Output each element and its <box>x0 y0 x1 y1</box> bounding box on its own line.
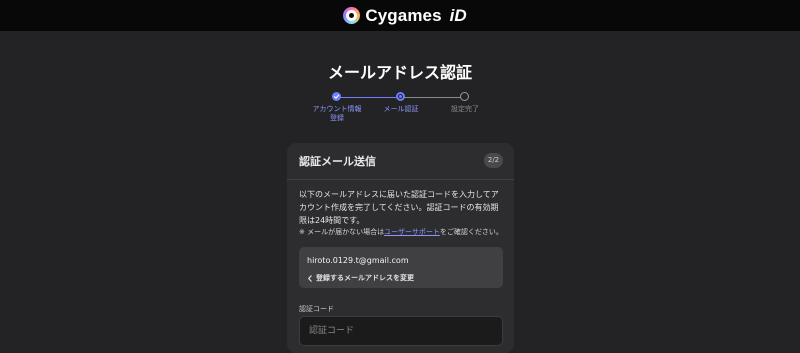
registered-email-box: hiroto.0129.t@gmail.com 登録するメールアドレスを変更 <box>299 247 503 288</box>
change-email-button[interactable]: 登録するメールアドレスを変更 <box>307 273 414 283</box>
change-email-label: 登録するメールアドレスを変更 <box>316 274 414 282</box>
brand-suffix: iD <box>449 5 467 25</box>
email-verification-card: 認証メール送信 2/2 以下のメールアドレスに届いた認証コードを入力してアカウン… <box>287 143 514 353</box>
top-bar: Cygames iD <box>0 0 800 31</box>
user-support-link[interactable]: ユーザーサポート <box>384 228 440 236</box>
instructions-text: 以下のメールアドレスに届いた認証コードを入力してアカウント作成を完了してください… <box>299 190 499 225</box>
step-count-badge: 2/2 <box>484 153 503 168</box>
progress-stepper: アカウント情報 登録 メール認証 設定完了 <box>300 91 500 125</box>
cygames-id-logo-icon <box>343 7 361 24</box>
code-field-label: 認証コード <box>299 305 334 313</box>
support-note: ※ メールが届かない場合はユーザーサポートをご確認ください。 <box>299 227 509 237</box>
step-3-upcoming-indicator <box>460 92 469 101</box>
support-note-prefix: ※ メールが届かない場合は <box>299 228 385 236</box>
registered-email: hiroto.0129.t@gmail.com <box>307 256 409 265</box>
step-3-label: 設定完了 <box>451 105 479 113</box>
card-divider <box>287 179 514 180</box>
page-title: メールアドレス認証 <box>327 63 472 82</box>
verification-code-input[interactable] <box>299 316 503 346</box>
step-2-label: メール認証 <box>383 105 419 113</box>
cygames-id-logo[interactable]: Cygames iD <box>343 5 467 26</box>
card-header: 認証メール送信 2/2 <box>287 143 514 179</box>
step-connector-completed <box>337 97 401 98</box>
step-1-label: アカウント情報 登録 <box>312 105 362 122</box>
step-1-check-icon <box>332 92 341 101</box>
step-2-current-indicator <box>396 92 405 101</box>
step-connector-upcoming <box>401 97 465 98</box>
brand-name: Cygames <box>365 5 442 25</box>
support-note-suffix: をご確認ください。 <box>439 228 503 236</box>
card-title: 認証メール送信 <box>299 155 376 168</box>
chevron-left-icon <box>308 274 312 282</box>
